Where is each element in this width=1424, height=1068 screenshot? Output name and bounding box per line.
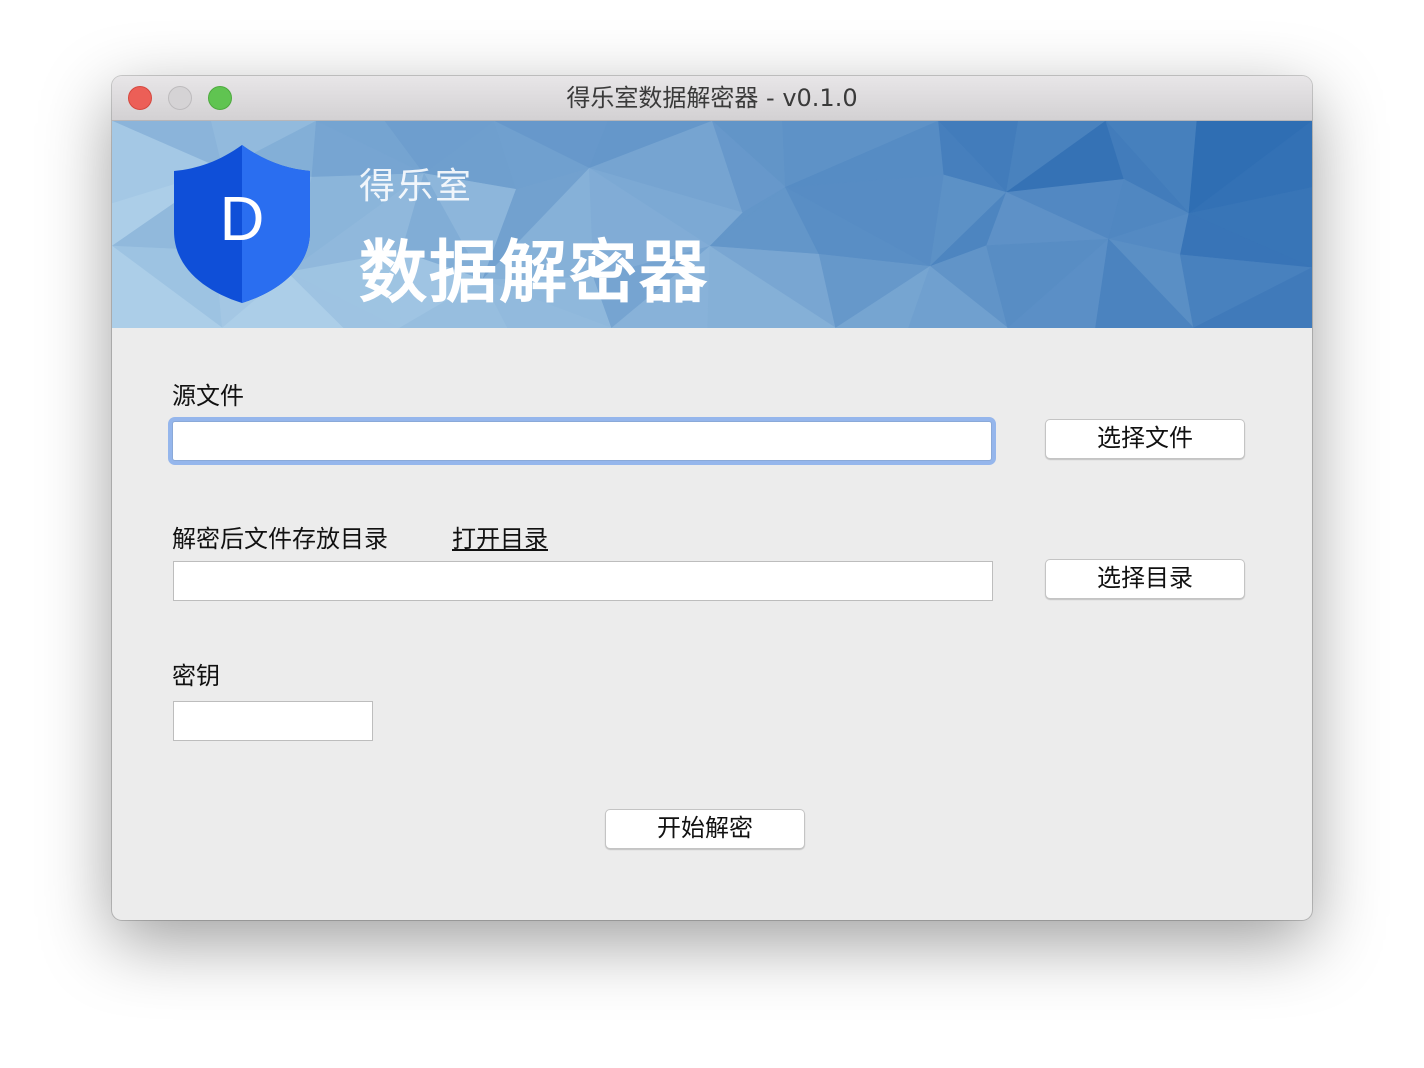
output-dir-label: 解密后文件存放目录: [172, 525, 388, 553]
window-title: 得乐室数据解密器 - v0.1.0: [566, 84, 858, 112]
header-banner: D 得乐室 数据解密器: [112, 121, 1312, 328]
brand-title: 数据解密器: [359, 234, 710, 313]
key-label: 密钥: [172, 662, 220, 690]
app-window: 得乐室数据解密器 - v0.1.0 D 得乐室 数据解密器 源文件 选择文件 解…: [112, 76, 1312, 920]
choose-dir-button[interactable]: 选择目录: [1045, 559, 1245, 599]
choose-file-button[interactable]: 选择文件: [1045, 419, 1245, 459]
open-dir-link[interactable]: 打开目录: [452, 524, 548, 554]
key-input[interactable]: [173, 701, 373, 741]
logo-letter: D: [219, 185, 265, 254]
start-decrypt-button[interactable]: 开始解密: [605, 809, 805, 849]
source-file-label: 源文件: [172, 382, 244, 410]
title-bar[interactable]: 得乐室数据解密器 - v0.1.0: [112, 76, 1312, 121]
source-file-input[interactable]: [172, 421, 992, 461]
output-dir-input[interactable]: [173, 561, 993, 601]
brand-subtitle: 得乐室: [359, 166, 474, 207]
